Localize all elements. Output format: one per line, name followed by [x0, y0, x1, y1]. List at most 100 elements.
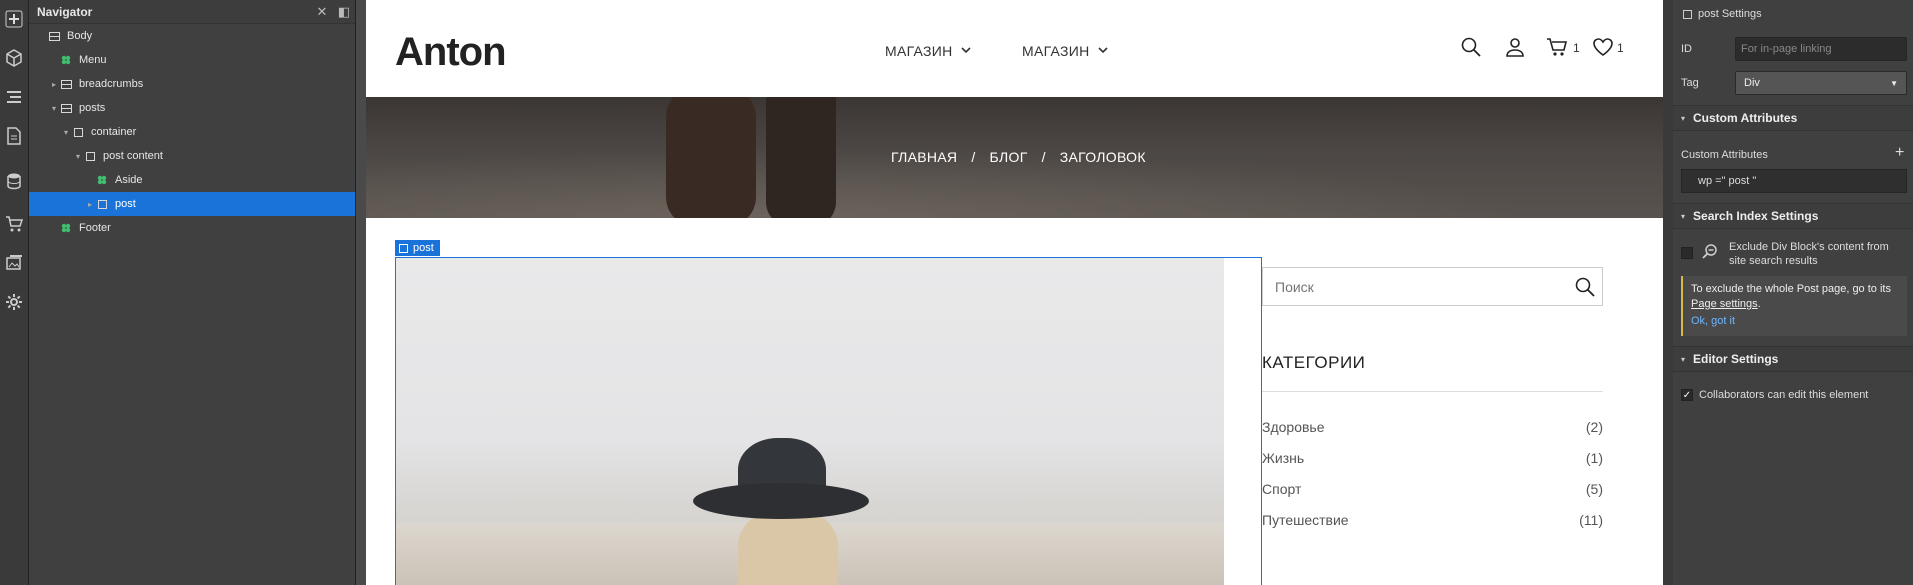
category-name: Спорт: [1262, 481, 1302, 497]
custom-attributes-section[interactable]: ▾ Custom Attributes: [1673, 105, 1913, 131]
panel-divider: [1663, 0, 1673, 585]
navigator-node-label: breadcrumbs: [79, 78, 144, 90]
selected-element-badge[interactable]: post: [395, 240, 440, 256]
category-count: (1): [1585, 450, 1603, 466]
cart-icon[interactable]: [1546, 36, 1568, 58]
box-icon[interactable]: [2, 47, 26, 69]
caret-right-icon[interactable]: ▸: [85, 200, 95, 209]
search-icon[interactable]: [1574, 276, 1596, 298]
navigator-node[interactable]: ▾ posts: [29, 96, 355, 120]
id-field[interactable]: For in-page linking: [1735, 37, 1907, 61]
category-count: (5): [1585, 481, 1603, 497]
symbol-icon: [95, 173, 109, 187]
navigator-node[interactable]: Aside: [29, 168, 355, 192]
pages-icon[interactable]: [2, 125, 26, 147]
breadcrumb-home[interactable]: ГЛАВНАЯ: [891, 149, 957, 165]
settings-icon[interactable]: [2, 291, 26, 313]
caret-down-icon[interactable]: ▾: [49, 104, 59, 113]
exclude-text: Exclude Div Block's content from site se…: [1729, 241, 1889, 267]
navigator-node[interactable]: ▸ breadcrumbs: [29, 72, 355, 96]
site-header: Anton МАГАЗИН МАГАЗИН 1 1: [366, 0, 1663, 97]
navigator-node-label: Menu: [79, 54, 107, 66]
custom-attribute-item[interactable]: wp =" post ": [1681, 169, 1907, 193]
wishlist-count: 1: [1617, 41, 1624, 55]
menu-item-shop-2[interactable]: МАГАЗИН: [1022, 43, 1108, 59]
caret-right-icon[interactable]: ▸: [49, 80, 59, 89]
category-item[interactable]: Путешествие (11): [1262, 512, 1603, 528]
exclude-row: Exclude Div Block's content from site se…: [1673, 240, 1913, 270]
add-attribute-button[interactable]: +: [1895, 144, 1904, 162]
navigator-node-label: Aside: [115, 174, 143, 186]
designer-app: Navigator ✕ ◧ Body Menu ▸ breadcrumbs ▾ posts…: [0, 0, 1913, 585]
section-title: Editor Settings: [1693, 352, 1779, 366]
search-index-section[interactable]: ▾ Search Index Settings: [1673, 203, 1913, 229]
search-input[interactable]: [1263, 268, 1553, 305]
caret-down-icon[interactable]: ▾: [61, 128, 71, 137]
editor-settings-section[interactable]: ▾ Editor Settings: [1673, 346, 1913, 372]
dock-panel-icon[interactable]: ◧: [333, 1, 355, 23]
navigator-panel: Navigator ✕ ◧ Body Menu ▸ breadcrumbs ▾ posts…: [29, 0, 356, 585]
tag-select[interactable]: Div ▼: [1735, 71, 1907, 95]
navigator-node[interactable]: ▾ post content: [29, 144, 355, 168]
collaborators-checkbox[interactable]: ✓: [1681, 389, 1693, 401]
breadcrumb-blog[interactable]: БЛОГ: [990, 149, 1028, 165]
breadcrumb-separator: /: [971, 149, 976, 165]
div-block-icon: [71, 125, 85, 139]
menu-item-label: МАГАЗИН: [885, 43, 953, 59]
navigator-node[interactable]: ▸ post: [29, 192, 355, 216]
navigator-node-label: posts: [79, 102, 106, 114]
category-item[interactable]: Спорт (5): [1262, 481, 1603, 497]
chevron-down-icon: [960, 46, 971, 57]
info-notice: To exclude the whole Post page, go to it…: [1681, 276, 1907, 336]
page-settings-link[interactable]: Page settings: [1691, 298, 1758, 310]
panel-divider[interactable]: [356, 0, 366, 585]
add-icon[interactable]: [2, 8, 26, 30]
navigator-node[interactable]: Body: [29, 24, 355, 48]
search-icon[interactable]: [1460, 36, 1482, 58]
settings-panel: post Settings ID For in-page linking Tag…: [1673, 0, 1913, 585]
search-exclude-icon: [1702, 244, 1717, 259]
layers-icon[interactable]: [2, 86, 26, 108]
cart-count: 1: [1573, 41, 1580, 55]
heart-icon[interactable]: [1592, 36, 1614, 58]
notice-text: To exclude the whole Post page, go to it…: [1691, 283, 1891, 295]
caret-down-icon[interactable]: ▾: [73, 152, 83, 161]
chevron-down-icon: ▾: [1681, 113, 1686, 123]
hero-figure: [766, 97, 836, 218]
menu-item-shop-1[interactable]: МАГАЗИН: [885, 43, 971, 59]
section-title: Search Index Settings: [1693, 209, 1819, 223]
assets-icon[interactable]: [2, 252, 26, 274]
category-name: Жизнь: [1262, 450, 1305, 466]
navigator-node-label: Body: [67, 30, 93, 42]
cart-icon[interactable]: [2, 213, 26, 235]
body-icon: [47, 29, 61, 43]
category-item[interactable]: Жизнь (1): [1262, 450, 1603, 466]
settings-header: post Settings: [1673, 6, 1913, 22]
tag-label: Tag: [1681, 77, 1699, 89]
section-title: Custom Attributes: [1693, 111, 1798, 125]
div-block-icon: [95, 197, 109, 211]
breadcrumbs-hero: ГЛАВНАЯ / БЛОГ / ЗАГОЛОВОК: [366, 97, 1663, 218]
chevron-down-icon: ▾: [1681, 211, 1686, 221]
database-icon[interactable]: [2, 170, 26, 192]
site-logo[interactable]: Anton: [395, 30, 507, 75]
section-icon: [59, 77, 73, 91]
left-toolbar: [0, 0, 29, 585]
ok-got-it-link[interactable]: Ok, got it: [1691, 314, 1899, 329]
caret-down-icon: ▼: [1890, 78, 1898, 88]
categories-title: КАТЕГОРИИ: [1262, 353, 1366, 372]
div-block-icon: [1683, 9, 1692, 19]
user-icon[interactable]: [1504, 36, 1526, 58]
close-icon[interactable]: ✕: [311, 1, 333, 23]
exclude-checkbox[interactable]: [1681, 247, 1693, 259]
breadcrumb-separator: /: [1041, 149, 1046, 165]
navigator-node[interactable]: Footer: [29, 216, 355, 240]
category-item[interactable]: Здоровье (2): [1262, 419, 1603, 435]
category-name: Здоровье: [1262, 419, 1325, 435]
selected-element-outline: [395, 257, 1262, 585]
navigator-node[interactable]: ▾ container: [29, 120, 355, 144]
navigator-tree: Body Menu ▸ breadcrumbs ▾ posts ▾ container ▾ pos…: [29, 24, 355, 240]
chevron-down-icon: [1097, 46, 1108, 57]
custom-attributes-label: Custom Attributes: [1681, 149, 1768, 161]
navigator-node[interactable]: Menu: [29, 48, 355, 72]
